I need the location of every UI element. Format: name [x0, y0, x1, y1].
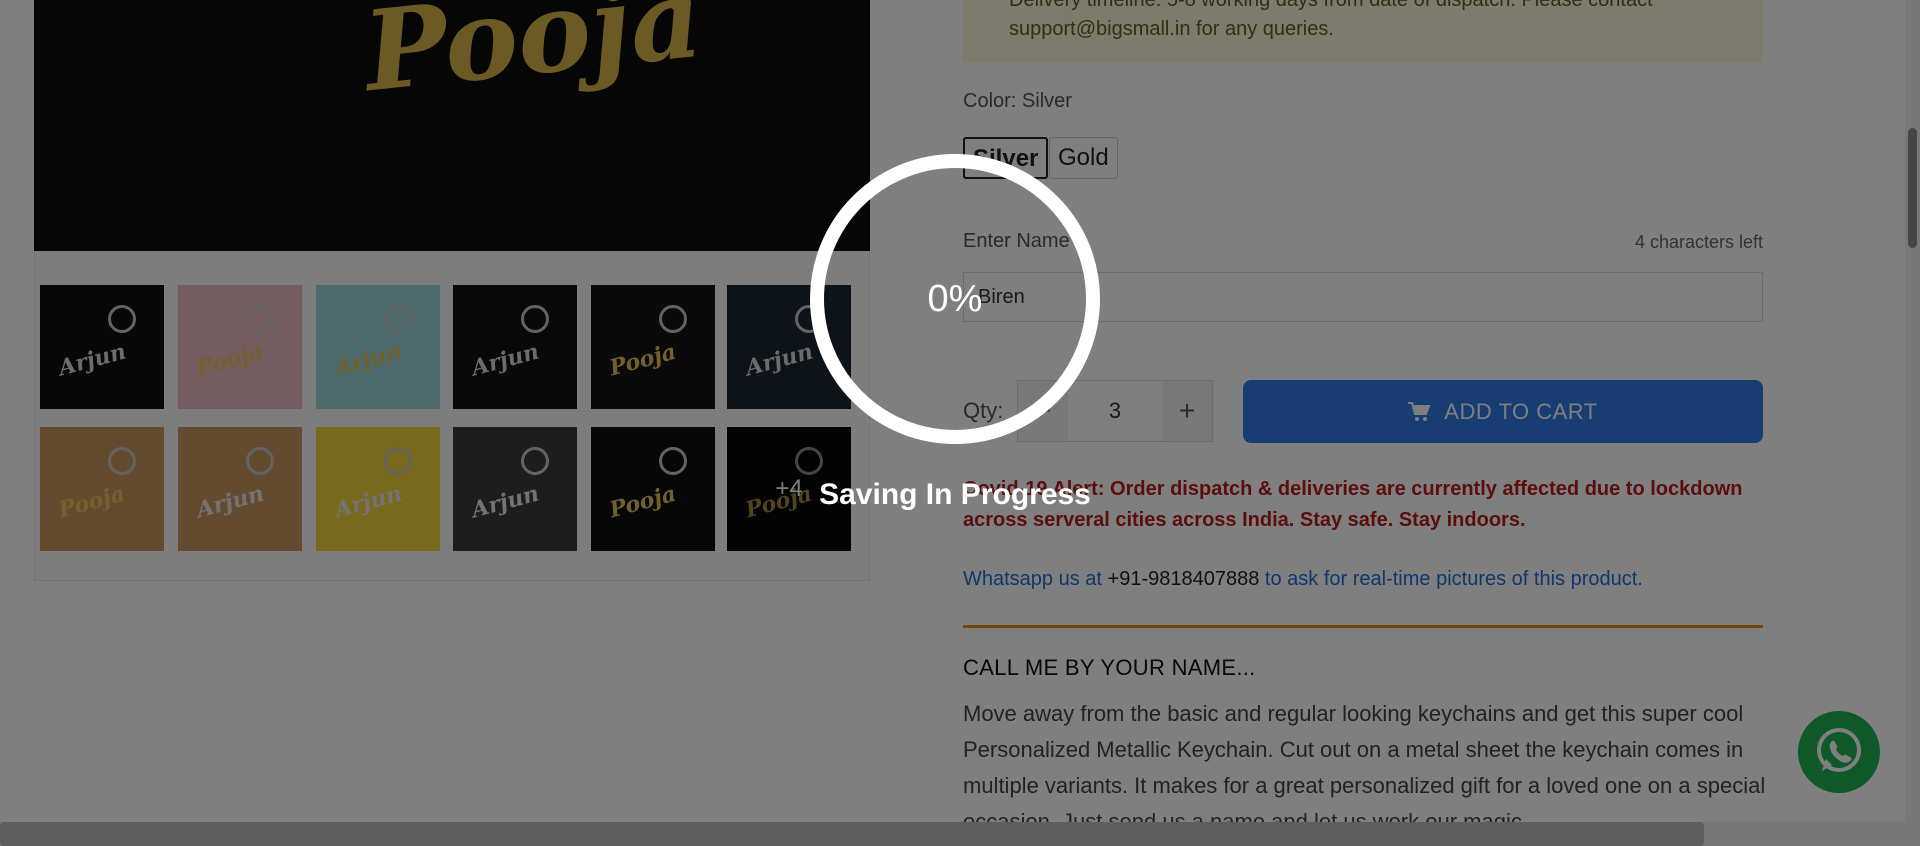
saving-message: Saving In Progress: [819, 478, 1091, 511]
saving-overlay: 0% Saving In Progress: [0, 0, 1920, 846]
progress-percent: 0%: [927, 277, 983, 320]
